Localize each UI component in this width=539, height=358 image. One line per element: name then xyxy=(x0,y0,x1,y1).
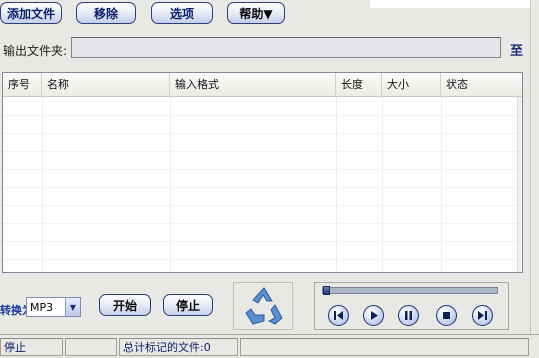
help-menu-button[interactable]: 帮助▼ xyxy=(227,2,285,24)
table-body[interactable] xyxy=(3,97,522,272)
row-divider xyxy=(3,151,522,152)
status-blank xyxy=(65,338,117,356)
play-icon xyxy=(371,311,378,320)
pause-button[interactable] xyxy=(398,305,419,326)
status-state: 停止 xyxy=(0,338,63,356)
playback-progress-handle[interactable] xyxy=(323,286,330,295)
status-marked-files: 总计标记的文件:0 xyxy=(119,338,238,356)
row-divider xyxy=(3,133,522,134)
row-divider xyxy=(3,205,522,206)
output-folder-label: 输出文件夹: xyxy=(3,44,68,58)
column-header-length[interactable]: 长度 xyxy=(336,73,382,97)
recycle-bin-area[interactable] xyxy=(233,282,293,330)
column-header-input-format[interactable]: 输入格式 xyxy=(170,73,336,97)
column-header-name[interactable]: 名称 xyxy=(42,73,170,97)
start-button[interactable]: 开始 xyxy=(99,294,151,316)
row-divider xyxy=(3,241,522,242)
column-header-size[interactable]: 大小 xyxy=(382,73,441,97)
right-edge-panel xyxy=(530,0,539,358)
chevron-down-icon[interactable]: ▼ xyxy=(65,298,80,316)
recycle-icon xyxy=(245,287,283,325)
column-divider xyxy=(441,97,442,272)
row-divider xyxy=(3,115,522,116)
stop-icon xyxy=(443,312,450,319)
next-icon xyxy=(478,311,487,320)
column-divider xyxy=(42,97,43,272)
play-button[interactable] xyxy=(363,305,384,326)
file-table[interactable]: 序号 名称 输入格式 长度 大小 状态 xyxy=(2,72,523,273)
previous-icon xyxy=(334,311,343,320)
next-button[interactable] xyxy=(472,305,493,326)
previous-button[interactable] xyxy=(328,305,349,326)
output-folder-input[interactable] xyxy=(71,37,501,58)
table-header: 序号 名称 输入格式 长度 大小 状态 xyxy=(3,73,522,97)
stop-playback-button[interactable] xyxy=(436,305,457,326)
output-format-select[interactable]: MP3 ▼ xyxy=(26,297,81,317)
options-button[interactable]: 选项 xyxy=(151,2,213,24)
table-scrollbar[interactable] xyxy=(517,97,522,272)
row-divider xyxy=(3,223,522,224)
row-divider xyxy=(3,187,522,188)
go-to-folder-button[interactable]: 至 xyxy=(510,40,523,59)
column-header-index[interactable]: 序号 xyxy=(3,73,42,97)
status-info xyxy=(240,338,529,356)
stop-convert-button[interactable]: 停止 xyxy=(163,294,213,316)
row-divider xyxy=(3,259,522,260)
remove-button[interactable]: 移除 xyxy=(76,2,136,24)
column-divider xyxy=(336,97,337,272)
column-header-status[interactable]: 状态 xyxy=(441,73,517,97)
playback-progress-bar[interactable] xyxy=(322,287,498,294)
row-divider xyxy=(3,169,522,170)
status-bar: 停止 总计标记的文件:0 xyxy=(0,334,539,358)
toolbar-gap xyxy=(370,0,539,8)
add-files-button[interactable]: 添加文件 xyxy=(0,2,62,24)
column-divider xyxy=(382,97,383,272)
pause-icon xyxy=(405,311,412,320)
column-divider xyxy=(170,97,171,272)
output-format-value: MP3 xyxy=(30,300,54,314)
